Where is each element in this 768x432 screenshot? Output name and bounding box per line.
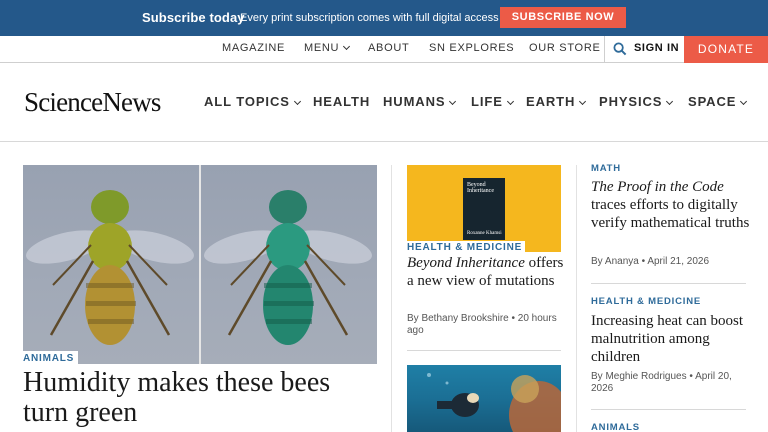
story-byline: By Bethany Brookshire • 20 hours ago <box>407 313 557 336</box>
story-headline-italic: The Proof in the Code <box>591 179 724 195</box>
story-divider <box>591 409 746 410</box>
menu-label: MENU <box>304 42 340 54</box>
promo-title: Subscribe today <box>142 10 245 25</box>
hero-tag[interactable]: ANIMALS <box>23 351 79 365</box>
utility-divider <box>604 36 605 63</box>
utility-bar: MAGAZINE MENU ABOUT SN EXPLORES OUR STOR… <box>0 36 768 63</box>
search-icon[interactable] <box>613 42 627 56</box>
column-divider <box>576 165 577 432</box>
chevron-down-icon <box>293 97 301 106</box>
diver-illustration <box>427 373 561 432</box>
story-divider <box>591 283 746 284</box>
book-cover: Beyond Inheritance Roxanne Khamsi <box>463 178 505 240</box>
bee-illustration <box>26 190 194 345</box>
story-headline[interactable]: Beyond Inheritance offers a new view of … <box>407 254 567 290</box>
nav-label: HUMANS <box>383 94 446 109</box>
story-headline[interactable]: The Proof in the Code traces efforts to … <box>591 178 756 232</box>
hero-image-right <box>201 165 377 364</box>
hero-headline[interactable]: Humidity makes these bees turn green <box>23 368 373 428</box>
nav-item-all-topics[interactable]: ALL TOPICS <box>204 94 301 109</box>
chevron-down-icon <box>343 42 351 51</box>
diver-image[interactable] <box>407 365 561 432</box>
sign-in-link[interactable]: SIGN IN <box>634 42 679 54</box>
promo-bar: Subscribe today Every print subscription… <box>0 0 768 36</box>
site-logo[interactable]: ScienceNews <box>24 87 161 118</box>
promo-text: Every print subscription comes with full… <box>240 12 499 24</box>
subscribe-button[interactable]: SUBSCRIBE NOW <box>500 7 626 28</box>
main-nav: ScienceNews ALL TOPICS HEALTH HUMANS LIF… <box>0 63 768 142</box>
nav-label: SPACE <box>688 94 737 109</box>
story-tag[interactable]: ANIMALS <box>591 422 640 432</box>
chevron-down-icon <box>666 97 674 106</box>
story-tag[interactable]: MATH <box>591 163 621 174</box>
nav-item-earth[interactable]: EARTH <box>526 94 587 109</box>
book-image[interactable]: Beyond Inheritance Roxanne Khamsi <box>407 165 561 252</box>
bee-illustration <box>204 190 372 345</box>
story-tag[interactable]: HEALTH & MEDICINE <box>407 241 526 253</box>
nav-item-life[interactable]: LIFE <box>471 94 514 109</box>
about-link[interactable]: ABOUT <box>368 42 409 54</box>
story-divider <box>407 350 561 351</box>
nav-item-physics[interactable]: PHYSICS <box>599 94 674 109</box>
donate-button[interactable]: DONATE <box>684 36 768 63</box>
story-headline-rest: traces efforts to digitally verify mathe… <box>591 197 750 231</box>
story-byline: By Meghie Rodrigues • April 20, 2026 <box>591 371 732 394</box>
hero-image-left <box>23 165 199 364</box>
story-headline[interactable]: Increasing heat can boost malnutrition a… <box>591 312 756 366</box>
book-author: Roxanne Khamsi <box>467 231 502 236</box>
our-store-link[interactable]: OUR STORE <box>529 42 601 54</box>
story-headline-italic: Beyond Inheritance <box>407 255 525 271</box>
nav-label: PHYSICS <box>599 94 663 109</box>
column-divider <box>391 165 392 432</box>
nav-item-health[interactable]: HEALTH <box>313 94 370 109</box>
nav-item-space[interactable]: SPACE <box>688 94 748 109</box>
hero-image[interactable] <box>23 165 377 364</box>
sn-explores-link[interactable]: SN EXPLORES <box>429 42 514 54</box>
story-tag[interactable]: HEALTH & MEDICINE <box>591 296 701 307</box>
book-title: Beyond Inheritance <box>467 182 494 194</box>
menu-button[interactable]: MENU <box>304 42 351 54</box>
chevron-down-icon <box>579 97 587 106</box>
story-byline: By Ananya • April 21, 2026 <box>591 256 710 267</box>
chevron-down-icon <box>740 97 748 106</box>
chevron-down-icon <box>449 97 457 106</box>
nav-label: ALL TOPICS <box>204 94 290 109</box>
nav-label: EARTH <box>526 94 576 109</box>
magazine-link[interactable]: MAGAZINE <box>222 42 285 54</box>
nav-label: LIFE <box>471 94 503 109</box>
nav-item-humans[interactable]: HUMANS <box>383 94 457 109</box>
chevron-down-icon <box>506 97 514 106</box>
